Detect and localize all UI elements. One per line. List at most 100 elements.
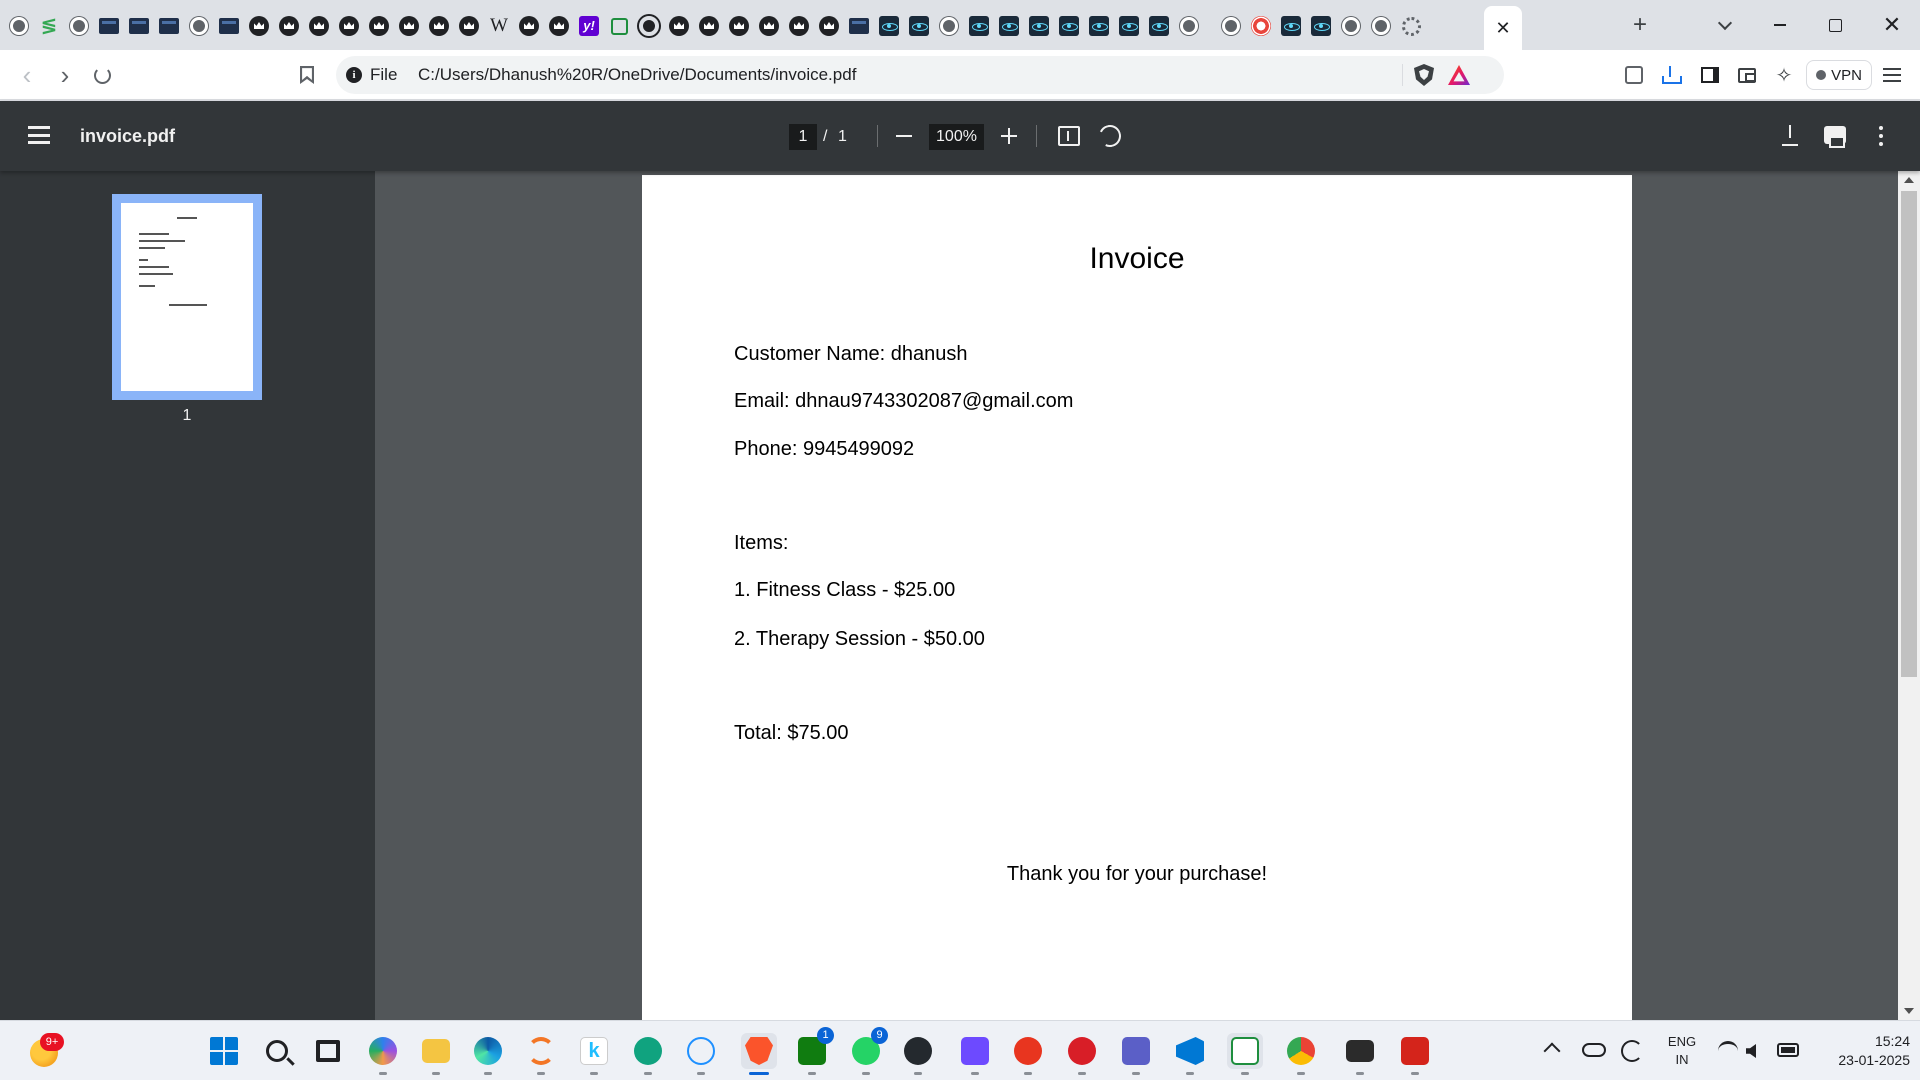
teams-app[interactable] (1118, 1033, 1154, 1075)
browser-menu-button[interactable] (1879, 62, 1905, 88)
window-close-button[interactable]: ✕ (1872, 10, 1912, 40)
leo-ai-button[interactable]: ✧ (1771, 62, 1797, 88)
page-thumbnail[interactable] (112, 194, 262, 400)
tab[interactable] (64, 13, 94, 39)
back-button[interactable]: ‹ (14, 62, 40, 88)
bookmark-button[interactable] (294, 62, 320, 88)
tab[interactable] (334, 13, 364, 39)
tab[interactable] (94, 13, 124, 39)
acrobat-app[interactable] (1397, 1033, 1433, 1075)
tab[interactable] (1246, 13, 1276, 39)
wallet-button[interactable] (1734, 62, 1760, 88)
xbox-app[interactable]: 1 (794, 1027, 834, 1075)
clock[interactable]: 15:24 23-01-2025 (1810, 1032, 1910, 1070)
brave-shields-button[interactable] (1414, 64, 1434, 86)
tab[interactable] (424, 13, 454, 39)
fit-to-page-button[interactable] (1058, 126, 1080, 146)
tab[interactable] (814, 13, 844, 39)
tab[interactable] (1366, 13, 1396, 39)
vertical-scrollbar[interactable] (1898, 171, 1920, 1020)
wps-app[interactable] (1010, 1033, 1046, 1075)
tab[interactable] (1336, 13, 1366, 39)
proton-app[interactable] (957, 1033, 993, 1075)
battery-icon[interactable] (1777, 1043, 1799, 1057)
tab[interactable] (214, 13, 244, 39)
zoom-in-button[interactable] (998, 125, 1020, 147)
tab[interactable] (1054, 13, 1084, 39)
show-hidden-icons-chevron-icon[interactable] (1543, 1042, 1561, 1060)
zoom-out-button[interactable] (893, 125, 915, 147)
tab[interactable] (874, 13, 904, 39)
new-tab-button[interactable]: + (1627, 12, 1653, 38)
file-explorer-app[interactable] (418, 1033, 454, 1075)
tab[interactable] (844, 13, 874, 39)
downloads-button[interactable] (1657, 62, 1683, 88)
extensions-button[interactable] (1621, 62, 1647, 88)
whatsapp-app[interactable]: 9 (848, 1027, 888, 1075)
tab[interactable] (754, 13, 784, 39)
tab[interactable] (664, 13, 694, 39)
wifi-icon[interactable] (1718, 1041, 1738, 1061)
tab[interactable] (934, 13, 964, 39)
pdf-sidebar-toggle-button[interactable] (28, 126, 50, 144)
restore-button[interactable] (1815, 12, 1855, 38)
tab[interactable]: W (484, 13, 514, 39)
sheets-app[interactable] (1227, 1033, 1263, 1075)
tab-search-button[interactable] (1712, 14, 1738, 40)
tab[interactable] (1396, 13, 1426, 39)
url-input[interactable]: C:/Users/Dhanush%20R/OneDrive/Documents/… (418, 65, 856, 85)
active-tab[interactable]: ✕ (1484, 6, 1522, 50)
tab[interactable] (1084, 13, 1114, 39)
brave-app[interactable] (741, 1033, 777, 1075)
zoom-level-input[interactable]: 100% (929, 124, 984, 150)
react-devtools-app[interactable] (683, 1033, 719, 1075)
tab[interactable] (994, 13, 1024, 39)
scroll-up-arrow-icon[interactable] (1904, 177, 1914, 183)
tab[interactable] (124, 13, 154, 39)
tab[interactable] (904, 13, 934, 39)
input-language-indicator[interactable]: ENG IN (1664, 1033, 1700, 1069)
volume-icon[interactable] (1746, 1042, 1766, 1060)
brave-rewards-button[interactable] (1448, 65, 1470, 85)
tab[interactable] (304, 13, 334, 39)
rotate-button[interactable] (1095, 121, 1125, 151)
pdf-more-actions-button[interactable] (1874, 125, 1888, 147)
tab[interactable] (694, 13, 724, 39)
tab[interactable] (1024, 13, 1054, 39)
kaggle-app[interactable]: k (576, 1033, 612, 1075)
info-icon[interactable]: i (346, 67, 362, 83)
pdf-print-button[interactable] (1824, 126, 1846, 148)
start-button[interactable] (206, 1033, 242, 1069)
reload-button[interactable] (89, 62, 115, 88)
tab[interactable] (364, 13, 394, 39)
weather-widget[interactable]: 9+ (26, 1033, 64, 1069)
tab[interactable] (274, 13, 304, 39)
tab[interactable] (394, 13, 424, 39)
scheme-label[interactable]: File (370, 65, 397, 85)
scroll-down-arrow-icon[interactable] (1904, 1008, 1914, 1014)
notes-app[interactable] (1064, 1033, 1100, 1075)
vpn-button[interactable]: VPN (1806, 60, 1872, 90)
chrome-app[interactable] (1283, 1033, 1319, 1075)
tab[interactable] (724, 13, 754, 39)
tab[interactable] (454, 13, 484, 39)
jupyter-app[interactable] (523, 1033, 559, 1075)
tab[interactable] (1216, 13, 1246, 39)
tab[interactable] (154, 13, 184, 39)
tab[interactable] (544, 13, 574, 39)
chatgpt-app[interactable] (630, 1033, 666, 1075)
tab[interactable]: y! (574, 13, 604, 39)
search-button[interactable] (259, 1033, 295, 1069)
tab[interactable] (1306, 13, 1336, 39)
onedrive-icon[interactable] (1582, 1043, 1606, 1057)
tab[interactable] (184, 13, 214, 39)
tab[interactable] (1114, 13, 1144, 39)
tab[interactable]: ≶ (34, 13, 64, 39)
page-number-input[interactable]: 1 (789, 124, 817, 150)
github-desktop-app[interactable] (900, 1033, 936, 1075)
tab[interactable] (784, 13, 814, 39)
tab[interactable] (1144, 13, 1174, 39)
vscode-app[interactable] (1172, 1033, 1208, 1075)
copilot-app[interactable] (365, 1033, 401, 1075)
minimize-button[interactable] (1760, 12, 1800, 38)
